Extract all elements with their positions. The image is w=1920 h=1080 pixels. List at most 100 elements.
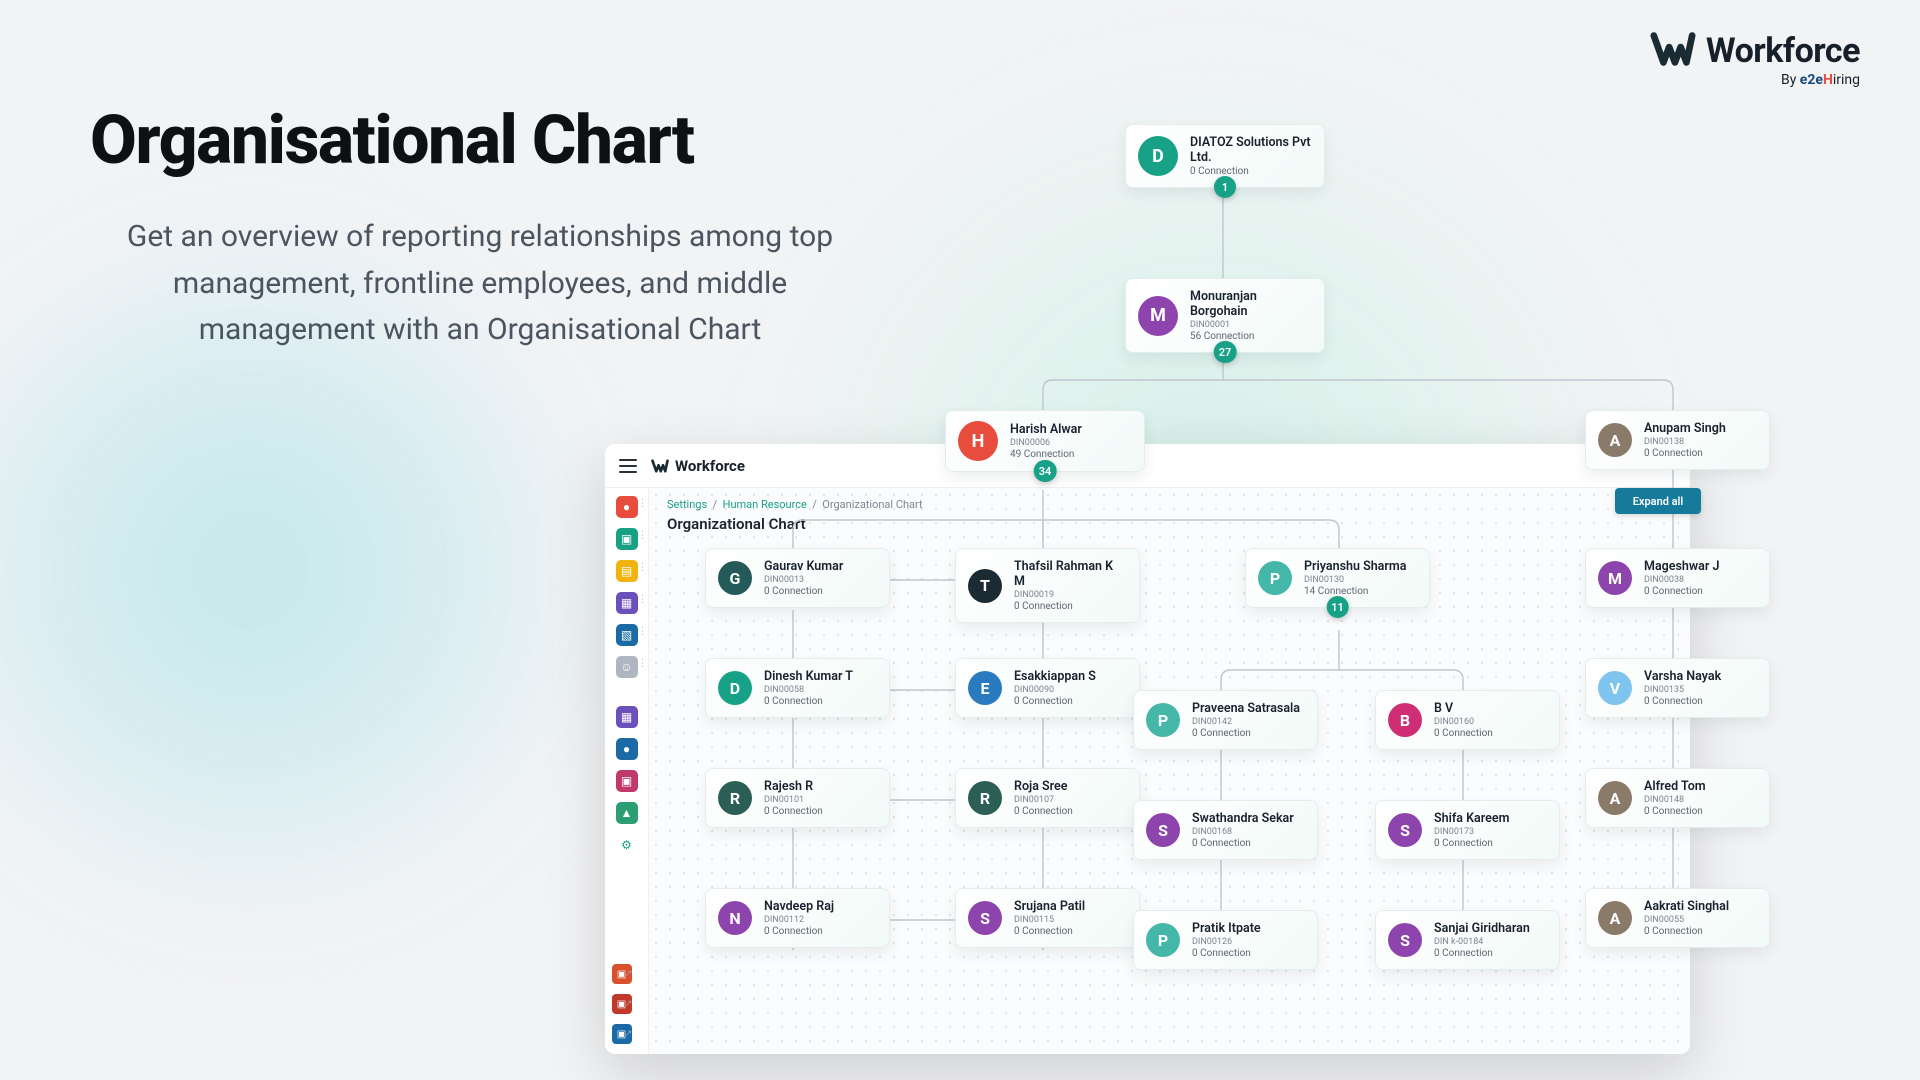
avatar-icon: P (1258, 561, 1292, 595)
brand-mark-icon (1650, 26, 1696, 76)
sidebar-item-7[interactable]: ▦ (616, 706, 638, 728)
avatar-icon: B (1388, 703, 1422, 737)
avatar-icon: A (1598, 781, 1632, 815)
node-conn: 0 Connection (764, 586, 843, 597)
org-node-root[interactable]: D DIATOZ Solutions Pvt Ltd. DIN00013 0 C… (1125, 124, 1325, 188)
brand-logo: Workforce By e2eHiring (1650, 26, 1860, 88)
avatar-icon: S (1146, 813, 1180, 847)
org-node-srujana[interactable]: S Srujana PatilDIN001150 Connection (955, 888, 1140, 948)
crumb-settings[interactable]: Settings (667, 498, 707, 511)
org-node-praveena[interactable]: P Praveena SatrasalaDIN001420 Connection (1133, 690, 1318, 750)
org-node-rajesh[interactable]: R Rajesh RDIN001010 Connection (705, 768, 890, 828)
org-node-gaurav[interactable]: G Gaurav KumarDIN000130 Connection (705, 548, 890, 608)
org-node-dinesh[interactable]: D Dinesh Kumar TDIN000580 Connection (705, 658, 890, 718)
node-name: Pratik Itpate (1192, 921, 1261, 936)
sidebar-link-1[interactable]: ▣ (612, 964, 632, 984)
node-conn: 0 Connection (1644, 926, 1729, 937)
brand-name: Workforce (1706, 31, 1860, 71)
org-node-swath[interactable]: S Swathandra SekarDIN001680 Connection (1133, 800, 1318, 860)
node-conn: 49 Connection (1010, 449, 1082, 460)
org-node-harish[interactable]: H Harish Alwar DIN00006 49 Connection 34 (945, 410, 1145, 472)
expand-all-button[interactable]: Expand all (1615, 488, 1701, 514)
sidebar-item-3[interactable]: ▤ (616, 560, 638, 582)
count-badge[interactable]: 11 (1326, 596, 1349, 618)
node-id: DIN00168 (1192, 827, 1294, 837)
node-name: Aakrati Singhal (1644, 899, 1729, 914)
avatar-icon: G (718, 561, 752, 595)
node-name: Sanjai Giridharan (1434, 921, 1530, 936)
avatar-icon: M (1138, 296, 1178, 336)
menu-icon[interactable] (619, 459, 637, 473)
node-conn: 0 Connection (1014, 696, 1096, 707)
sidebar-item-10[interactable]: ▲ (616, 802, 638, 824)
sidebar-item-1[interactable]: ● (616, 496, 638, 518)
node-conn: 0 Connection (764, 806, 823, 817)
org-node-roja[interactable]: R Roja SreeDIN001070 Connection (955, 768, 1140, 828)
node-conn: 0 Connection (1644, 448, 1726, 459)
node-id: DIN00135 (1644, 685, 1721, 695)
node-name: Srujana Patil (1014, 899, 1085, 914)
node-id: DIN00038 (1644, 575, 1719, 585)
node-conn: 0 Connection (1014, 806, 1073, 817)
org-node-aakrati[interactable]: A Aakrati SinghalDIN000550 Connection (1585, 888, 1770, 948)
avatar-icon: D (718, 671, 752, 705)
count-badge[interactable]: 1 (1214, 176, 1236, 198)
node-id: DIN00006 (1010, 438, 1082, 448)
org-node-navdeep[interactable]: N Navdeep RajDIN001120 Connection (705, 888, 890, 948)
node-id: DIN00130 (1304, 575, 1406, 585)
node-name: Rajesh R (764, 779, 823, 794)
org-node-anupam[interactable]: A Anupam Singh DIN00138 0 Connection (1585, 410, 1770, 470)
sidebar-item-8[interactable]: ● (616, 738, 638, 760)
org-node-pratik[interactable]: P Pratik ItpateDIN001260 Connection (1133, 910, 1318, 970)
avatar-icon: P (1146, 923, 1180, 957)
avatar-icon: E (968, 671, 1002, 705)
sidebar-item-9[interactable]: ▣ (616, 770, 638, 792)
org-node-bv[interactable]: B B VDIN001600 Connection (1375, 690, 1560, 750)
org-node-priyanshu[interactable]: P Priyanshu SharmaDIN0013014 Connection … (1245, 548, 1430, 608)
count-badge[interactable]: 27 (1214, 341, 1237, 363)
node-name: Shifa Kareem (1434, 811, 1509, 826)
hero-section: Organisational Chart Get an overview of … (90, 100, 870, 354)
node-conn: 0 Connection (1192, 728, 1300, 739)
settings-icon[interactable]: ⚙ (616, 834, 638, 856)
node-id: DIN00112 (764, 915, 834, 925)
hero-title: Organisational Chart (90, 100, 870, 180)
sidebar-item-5[interactable]: ▧ (616, 624, 638, 646)
avatar-icon: R (718, 781, 752, 815)
org-node-alfred[interactable]: A Alfred TomDIN001480 Connection (1585, 768, 1770, 828)
node-name: Harish Alwar (1010, 422, 1082, 437)
sidebar: ● ▣ ▤ ▦ ▧ ☺ ▦ ● ▣ ▲ ⚙ ▣ ▣ ▣ (605, 488, 649, 1054)
node-name: Praveena Satrasala (1192, 701, 1300, 716)
node-name: Gaurav Kumar (764, 559, 843, 574)
node-conn: 0 Connection (1192, 838, 1294, 849)
org-node-esakki[interactable]: E Esakkiappan SDIN000900 Connection (955, 658, 1140, 718)
crumb-current: Organizational Chart (822, 498, 922, 511)
org-node-shifa[interactable]: S Shifa KareemDIN001730 Connection (1375, 800, 1560, 860)
node-id: DIN00142 (1192, 717, 1300, 727)
node-name: B V (1434, 701, 1493, 716)
node-id: DIN k-00184 (1434, 937, 1530, 947)
node-conn: 0 Connection (1014, 926, 1085, 937)
node-conn: 14 Connection (1304, 586, 1406, 597)
node-name: Dinesh Kumar T (764, 669, 853, 684)
sidebar-link-2[interactable]: ▣ (612, 994, 632, 1014)
node-name: Alfred Tom (1644, 779, 1706, 794)
node-conn: 0 Connection (1644, 696, 1721, 707)
count-badge[interactable]: 34 (1034, 460, 1057, 482)
org-node-varsha[interactable]: V Varsha NayakDIN001350 Connection (1585, 658, 1770, 718)
node-id: DIN00160 (1434, 717, 1493, 727)
sidebar-item-6[interactable]: ☺ (616, 656, 638, 678)
node-conn: 0 Connection (764, 926, 834, 937)
node-conn: 56 Connection (1190, 331, 1312, 342)
org-node-thafsil[interactable]: T Thafsil Rahman K MDIN000190 Connection (955, 548, 1140, 623)
org-node-monuranjan[interactable]: M Monuranjan Borgohain DIN00001 56 Conne… (1125, 278, 1325, 353)
sidebar-item-4[interactable]: ▦ (616, 592, 638, 614)
org-node-mageshwar[interactable]: M Mageshwar JDIN000380 Connection (1585, 548, 1770, 608)
crumb-hr[interactable]: Human Resource (723, 498, 807, 511)
sidebar-item-2[interactable]: ▣ (616, 528, 638, 550)
node-id: DIN00126 (1192, 937, 1261, 947)
org-node-sanjai[interactable]: S Sanjai GiridharanDIN k-001840 Connecti… (1375, 910, 1560, 970)
avatar-icon: S (1388, 813, 1422, 847)
sidebar-link-3[interactable]: ▣ (612, 1024, 632, 1044)
page-title: Organizational Chart (667, 515, 1672, 533)
